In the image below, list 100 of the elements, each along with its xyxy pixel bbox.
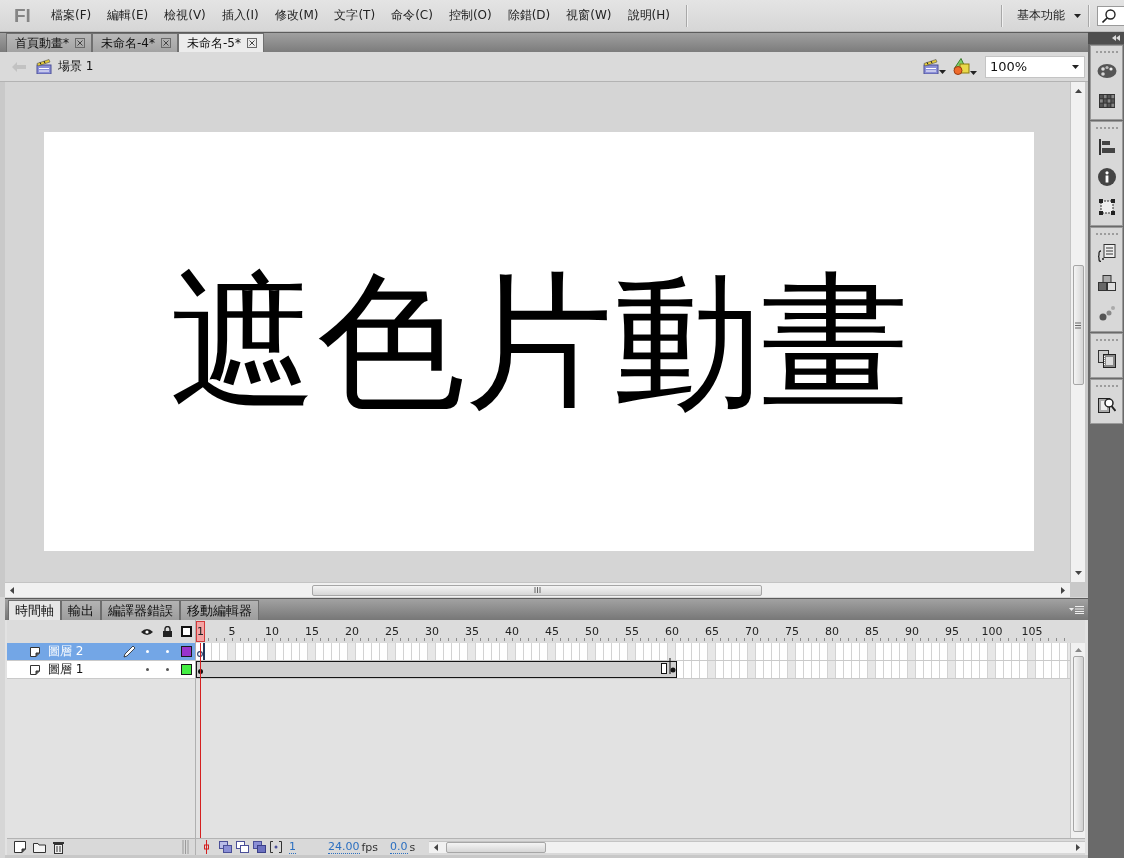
scroll-thumb[interactable] xyxy=(312,584,762,596)
menu-item[interactable]: 檔案(F) xyxy=(51,4,92,27)
stage-text: 遮色片動畫 xyxy=(169,267,909,416)
outline-square-icon[interactable] xyxy=(181,626,192,637)
frame-number: 15 xyxy=(305,625,319,638)
palette-icon[interactable] xyxy=(1096,63,1117,79)
frame-number: 40 xyxy=(505,625,519,638)
caret-icon xyxy=(939,70,946,74)
eye-icon[interactable] xyxy=(141,627,153,636)
menu-item[interactable]: 說明(H) xyxy=(627,4,670,27)
frame-number: 50 xyxy=(585,625,599,638)
horizontal-scrollbar[interactable] xyxy=(429,841,1085,853)
playhead-handle[interactable]: 1 xyxy=(196,621,205,642)
menu-item[interactable]: 文字(T) xyxy=(334,4,376,27)
onion-skin-icon[interactable] xyxy=(219,841,232,853)
lock-icon[interactable] xyxy=(163,626,172,637)
frame-ruler[interactable]: 1 5 10 15 20 25 30 35 40 45 50 55 60 65 70 75 80 85 90 95 100 105 xyxy=(196,620,1085,643)
grip-icon xyxy=(182,840,189,854)
menu-item[interactable]: 視窗(W) xyxy=(566,4,612,27)
tween-span[interactable] xyxy=(196,661,677,678)
grid-icon[interactable] xyxy=(1098,94,1115,108)
frame-number: 35 xyxy=(465,625,479,638)
menu-item[interactable]: 編輯(E) xyxy=(107,4,149,27)
frame-rate[interactable]: 24.00 xyxy=(328,840,360,854)
dot-icon[interactable] xyxy=(145,650,149,653)
frame-number: 75 xyxy=(785,625,799,638)
transform-icon[interactable] xyxy=(1098,199,1115,215)
document-tab[interactable]: 首頁動畫* xyxy=(6,33,92,52)
frame-number: 5 xyxy=(228,625,236,638)
frame-number: 55 xyxy=(625,625,639,638)
frame-number: 90 xyxy=(905,625,919,638)
zoom-select[interactable]: 100% xyxy=(985,55,1085,78)
align-left-icon[interactable] xyxy=(1098,139,1115,155)
scroll-thumb[interactable] xyxy=(1072,656,1084,832)
dots-icon[interactable] xyxy=(1098,305,1115,321)
layer-row[interactable]: 圖層 1 xyxy=(7,661,196,679)
close-icon[interactable] xyxy=(160,38,171,48)
document-tab[interactable]: 未命名-4* xyxy=(92,33,178,52)
current-frame[interactable]: 1 xyxy=(289,840,296,854)
vertical-scrollbar[interactable] xyxy=(1070,82,1085,582)
frame-number: 70 xyxy=(745,625,759,638)
app-logo: Fl xyxy=(14,4,32,27)
scroll-thumb[interactable] xyxy=(1072,265,1084,385)
menu-item[interactable]: 命令(C) xyxy=(391,4,433,27)
shapes-icon xyxy=(952,58,970,75)
menu-item[interactable]: 修改(M) xyxy=(274,4,319,27)
panel-tab[interactable]: 輸出 xyxy=(61,600,101,620)
dot-icon[interactable] xyxy=(166,650,169,653)
code-document-icon[interactable] xyxy=(1097,244,1116,262)
new-layer-icon[interactable] xyxy=(14,841,26,853)
grip-icon xyxy=(1075,321,1081,329)
frame-number: 45 xyxy=(545,625,559,638)
scroll-thumb[interactable] xyxy=(446,842,547,853)
layer-icon xyxy=(30,664,40,675)
menu-item[interactable]: 控制(O) xyxy=(448,4,492,27)
collapse-icon[interactable] xyxy=(1112,35,1120,41)
folder-icon[interactable] xyxy=(33,841,46,853)
close-icon[interactable] xyxy=(75,38,85,48)
panel-tab[interactable]: 時間軸 xyxy=(8,600,61,620)
document-tab[interactable]: 未命名-5* xyxy=(177,33,264,52)
horizontal-scrollbar[interactable] xyxy=(5,582,1070,597)
dot-icon[interactable] xyxy=(166,668,169,671)
trash-icon[interactable] xyxy=(53,840,64,854)
film-magnifier-icon[interactable] xyxy=(1097,396,1116,414)
panel-tab[interactable]: 移動編輯器 xyxy=(180,600,259,620)
frame-number: 85 xyxy=(865,625,879,638)
menu-item[interactable]: 插入(I) xyxy=(221,4,259,27)
swatch-icon[interactable] xyxy=(181,664,192,675)
film-frames-icon[interactable] xyxy=(1097,350,1116,368)
dot-icon[interactable] xyxy=(145,668,149,671)
layer-icon xyxy=(30,646,40,657)
workspace-switcher[interactable]: 基本功能 xyxy=(1017,7,1081,24)
onion-outline-icon[interactable] xyxy=(236,841,249,853)
edit-symbols-button[interactable] xyxy=(952,58,977,75)
frame-number: 80 xyxy=(825,625,839,638)
arrow-right-icon xyxy=(1061,586,1065,594)
grip-icon xyxy=(533,587,541,593)
frame-number: 105 xyxy=(1021,625,1043,638)
info-icon[interactable] xyxy=(1097,168,1116,186)
swatch-icon[interactable] xyxy=(181,646,192,657)
menu-item[interactable]: 檢視(V) xyxy=(164,4,206,27)
search-field[interactable] xyxy=(1097,5,1124,26)
clapper-icon xyxy=(36,59,52,74)
cubes-icon[interactable] xyxy=(1097,275,1116,291)
panel-menu-icon[interactable] xyxy=(1069,605,1084,614)
multiple-frames-icon[interactable] xyxy=(253,841,266,853)
vertical-scrollbar[interactable] xyxy=(1070,643,1085,838)
empty-keyframe-icon xyxy=(196,651,203,657)
menu-item[interactable]: 除錯(D) xyxy=(507,4,551,27)
elapsed-time[interactable]: 0.0 xyxy=(390,840,408,854)
frame-row[interactable] xyxy=(196,661,1070,679)
close-icon[interactable] xyxy=(246,38,257,48)
playhead-center-icon[interactable] xyxy=(203,840,210,854)
elapsed-time-unit: s xyxy=(409,840,416,854)
panel-tab[interactable]: 編譯器錯誤 xyxy=(101,600,180,620)
markers-icon[interactable] xyxy=(270,841,282,853)
arrow-down-icon xyxy=(1074,571,1082,575)
edit-scene-button[interactable] xyxy=(923,59,946,74)
frame-number: 95 xyxy=(945,625,959,638)
frame-rate-unit: fps xyxy=(361,840,379,854)
